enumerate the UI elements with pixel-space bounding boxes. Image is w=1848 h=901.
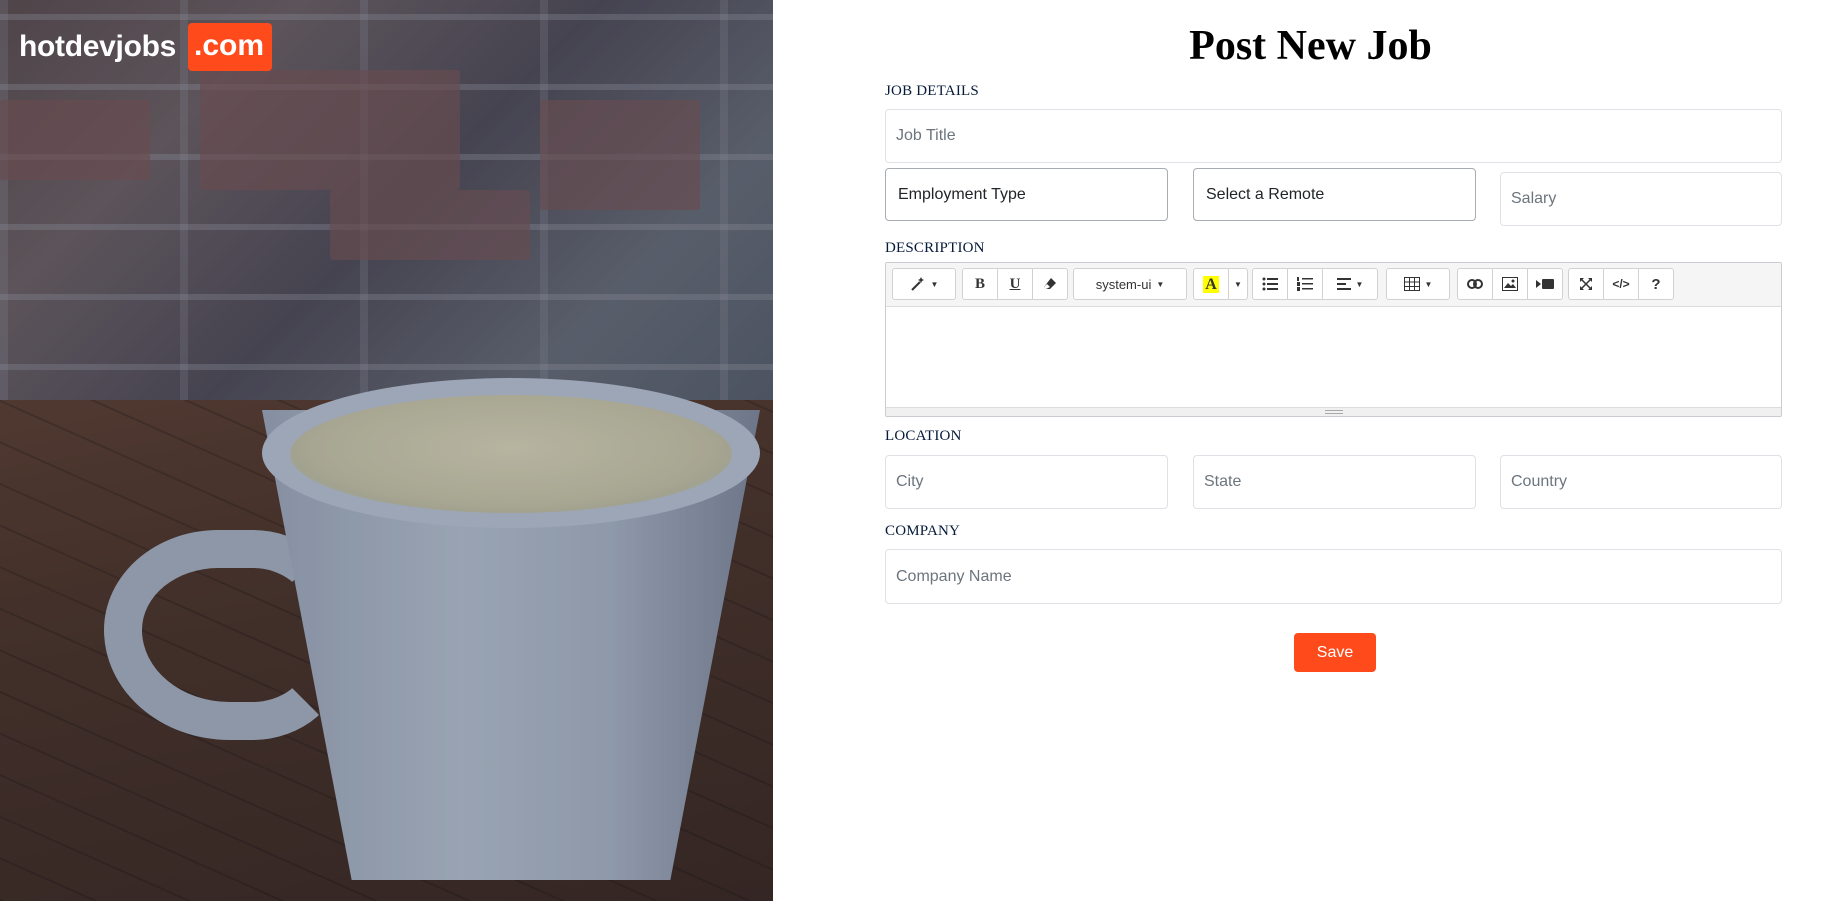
fullscreen-icon — [1580, 278, 1592, 290]
photo-overlay — [0, 0, 773, 901]
description-textarea[interactable] — [886, 307, 1781, 407]
underline-icon: U — [1009, 275, 1021, 292]
table-icon — [1403, 277, 1420, 291]
salary-placeholder: Salary — [1511, 190, 1557, 207]
code-view-icon: </> — [1612, 277, 1630, 291]
font-name-value: system-ui — [1095, 276, 1152, 292]
unordered-list-button[interactable] — [1252, 268, 1288, 300]
table-group: ▼ — [1386, 268, 1450, 300]
city-input[interactable]: City — [885, 455, 1168, 509]
section-label-description: DESCRIPTION — [885, 240, 985, 256]
logo-tld-badge: .com — [188, 23, 273, 71]
chevron-down-icon: ▼ — [1234, 279, 1242, 289]
editor-toolbar: ▼ B U system-ui ▼ A ▼ ▼ ▼ </> ? — [886, 263, 1781, 307]
color-dropdown-button[interactable]: ▼ — [1228, 268, 1248, 300]
remote-value: Select a Remote — [1206, 185, 1325, 203]
remote-select[interactable]: Select a Remote — [1193, 168, 1476, 221]
style-group: ▼ — [892, 268, 956, 300]
link-button[interactable] — [1457, 268, 1493, 300]
hero-photo: hotdevjobs .com — [0, 0, 773, 901]
section-label-company: COMPANY — [885, 523, 961, 539]
chevron-down-icon: ▼ — [1156, 279, 1165, 289]
align-dropdown-button[interactable]: ▼ — [1322, 268, 1378, 300]
magic-wand-icon — [910, 277, 924, 291]
insert-group — [1457, 268, 1563, 300]
ordered-list-icon — [1297, 277, 1313, 291]
ordered-list-button[interactable] — [1287, 268, 1323, 300]
save-button[interactable]: Save — [1294, 633, 1376, 672]
help-button[interactable]: ? — [1638, 268, 1674, 300]
style-dropdown-button[interactable]: ▼ — [892, 268, 956, 300]
bold-button[interactable]: B — [962, 268, 998, 300]
country-placeholder: Country — [1511, 473, 1568, 490]
company-name-placeholder: Company Name — [896, 567, 1012, 585]
font-name-group: system-ui ▼ — [1073, 268, 1187, 300]
clear-format-button[interactable] — [1032, 268, 1068, 300]
font-style-group: B U — [962, 268, 1068, 300]
align-icon — [1336, 278, 1351, 290]
state-placeholder: State — [1204, 473, 1242, 490]
page-title: Post New Job — [1189, 23, 1432, 69]
picture-button[interactable] — [1492, 268, 1528, 300]
site-logo[interactable]: hotdevjobs .com — [19, 23, 273, 71]
code-view-button[interactable]: </> — [1603, 268, 1639, 300]
table-dropdown-button[interactable]: ▼ — [1386, 268, 1450, 300]
chevron-down-icon: ▼ — [930, 279, 939, 289]
section-label-location: LOCATION — [885, 428, 962, 444]
eraser-icon — [1044, 278, 1056, 289]
fullscreen-button[interactable] — [1568, 268, 1604, 300]
help-icon: ? — [1651, 275, 1661, 293]
text-color-icon: A — [1203, 275, 1219, 293]
salary-input[interactable]: Salary — [1500, 172, 1782, 226]
video-icon — [1536, 279, 1554, 289]
logo-text: hotdevjobs — [19, 30, 177, 63]
editor-resize-handle[interactable] — [886, 407, 1781, 416]
employment-type-value: Employment Type — [898, 185, 1026, 203]
paragraph-group: ▼ — [1252, 268, 1378, 300]
underline-button[interactable]: U — [997, 268, 1033, 300]
state-input[interactable]: State — [1193, 455, 1476, 509]
company-name-input[interactable]: Company Name — [885, 549, 1782, 604]
bold-icon: B — [974, 275, 985, 292]
job-title-input[interactable]: Job Title — [885, 109, 1782, 163]
job-title-placeholder: Job Title — [896, 127, 956, 144]
text-color-button[interactable]: A — [1193, 268, 1229, 300]
employment-type-select[interactable]: Employment Type — [885, 168, 1168, 221]
unordered-list-icon — [1262, 277, 1278, 291]
post-job-form: Post New Job JOB DETAILS Job Title Emplo… — [773, 0, 1848, 901]
grip-icon — [1324, 410, 1343, 414]
view-group: </> ? — [1568, 268, 1674, 300]
chevron-down-icon: ▼ — [1355, 279, 1364, 289]
link-icon — [1467, 279, 1483, 289]
chevron-down-icon: ▼ — [1424, 279, 1433, 289]
video-button[interactable] — [1527, 268, 1563, 300]
color-group: A ▼ — [1193, 268, 1248, 300]
section-label-job-details: JOB DETAILS — [885, 83, 979, 99]
country-input[interactable]: Country — [1500, 455, 1782, 509]
city-placeholder: City — [896, 473, 924, 490]
picture-icon — [1502, 277, 1518, 291]
description-editor: ▼ B U system-ui ▼ A ▼ ▼ ▼ </> ? — [885, 262, 1782, 417]
font-name-dropdown[interactable]: system-ui ▼ — [1073, 268, 1187, 300]
